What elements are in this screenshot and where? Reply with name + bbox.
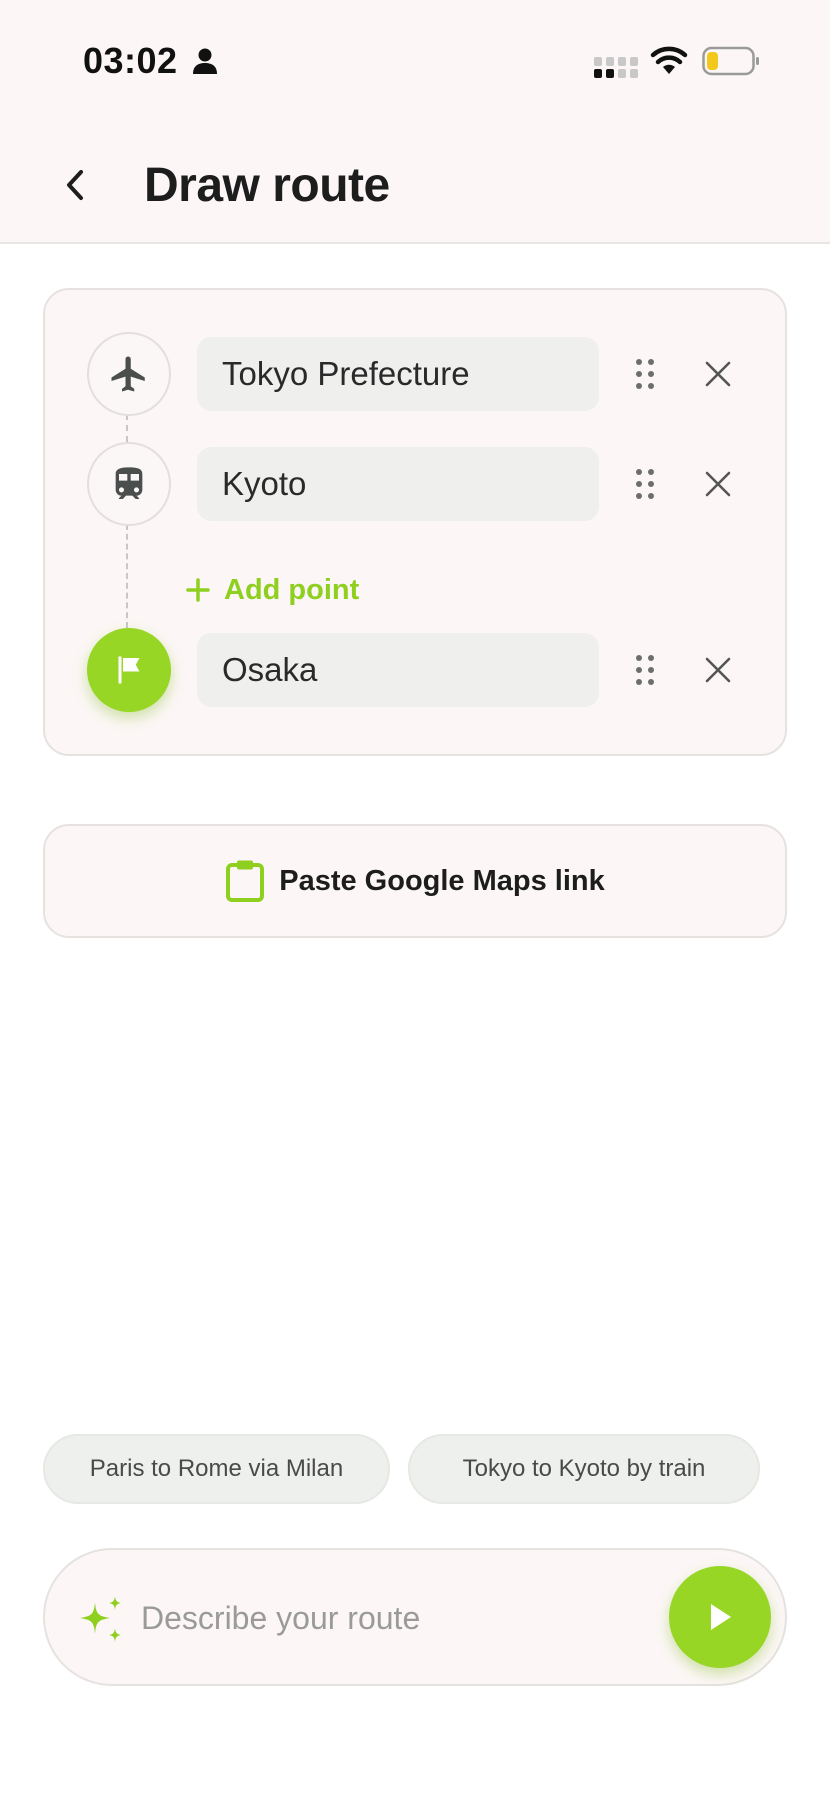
suggestion-chip[interactable]: Paris to Rome via Milan [43, 1434, 390, 1504]
remove-point-button[interactable] [700, 466, 736, 502]
point-field-origin[interactable]: Tokyo Prefecture [197, 337, 599, 411]
route-connector [126, 524, 128, 628]
point-field-destination[interactable]: Osaka [197, 633, 599, 707]
suggestion-chip[interactable]: Tokyo to Kyoto by train [408, 1434, 760, 1504]
close-icon [705, 361, 731, 387]
point-stop-icon-button[interactable] [87, 442, 171, 526]
paste-google-maps-link-button[interactable]: Paste Google Maps link [43, 824, 787, 938]
battery-icon [702, 46, 759, 76]
point-origin-icon-button[interactable] [87, 332, 171, 416]
sparkle-icon [80, 1596, 121, 1642]
point-field-stop[interactable]: Kyoto [197, 447, 599, 521]
signal-icon [594, 57, 638, 78]
remove-point-button[interactable] [700, 356, 736, 392]
point-destination-icon-button[interactable] [87, 628, 171, 712]
flag-icon [118, 656, 140, 684]
status-time: 03:02 [83, 40, 178, 81]
drag-handle-icon[interactable] [632, 650, 658, 690]
status-bar: 03:02 [0, 0, 830, 110]
add-point-button[interactable]: Add point [186, 570, 359, 610]
remove-point-button[interactable] [700, 652, 736, 688]
prompt-bar [43, 1548, 787, 1686]
add-point-label: Add point [224, 573, 360, 606]
train-icon [115, 467, 143, 499]
close-icon [705, 471, 731, 497]
drag-handle-icon[interactable] [632, 354, 658, 394]
plus-icon [186, 578, 210, 602]
send-button[interactable] [669, 1566, 771, 1668]
close-icon [705, 657, 731, 683]
wifi-icon [650, 46, 688, 74]
describe-route-input[interactable] [141, 1590, 581, 1646]
page-title: Draw route [144, 159, 390, 212]
chevron-left-icon [67, 170, 83, 200]
back-button[interactable] [50, 160, 100, 210]
clipboard-icon [226, 860, 265, 902]
route-connector [126, 414, 128, 442]
paste-label: Paste Google Maps link [279, 864, 605, 897]
play-icon [711, 1604, 731, 1630]
person-icon [193, 48, 217, 74]
app-header: Draw route [0, 110, 830, 244]
airplane-icon [111, 356, 145, 392]
drag-handle-icon[interactable] [632, 464, 658, 504]
